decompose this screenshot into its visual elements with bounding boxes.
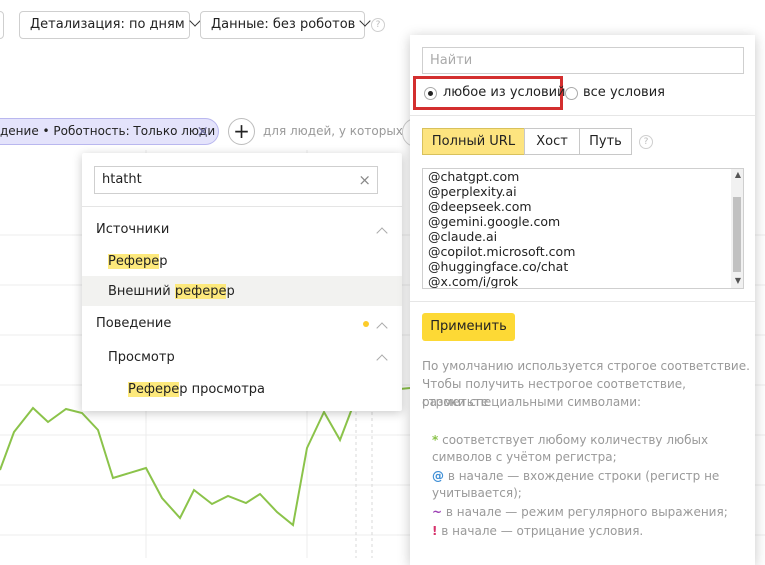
rule-star-text: соответствует любому количеству любых <box>438 433 709 447</box>
find-input[interactable]: Найти <box>422 47 744 74</box>
rule-at: @ в начале — вхождение строки (регистр н… <box>432 468 750 485</box>
rule-tilde-text: в начале — режим регулярного выражения; <box>442 505 728 519</box>
radio-match-any-label[interactable]: любое из условий <box>443 85 566 100</box>
add-condition-button[interactable]: + <box>228 118 255 145</box>
data-dropdown-label: Данные: без роботов <box>211 17 356 32</box>
rule-at-text: в начале — вхождение строки (регистр не <box>444 469 720 483</box>
mode-full-url-button[interactable]: Полный URL <box>422 128 525 155</box>
rule-star: * соответствует любому количеству любых <box>432 432 750 449</box>
partial-left-button[interactable] <box>0 11 4 39</box>
match-highlight: рефере <box>174 284 227 299</box>
group-header-sources[interactable]: Источники <box>96 222 169 237</box>
segment-chip-text: дение • Роботность: Только люди <box>0 124 216 138</box>
help-icon[interactable]: ? <box>639 135 653 149</box>
attribute-dropdown: htatht × Источники Реферер Внешний рефер… <box>82 153 402 411</box>
rule-at-cont: учитывается); <box>432 486 522 500</box>
chevron-up-icon[interactable] <box>376 227 388 239</box>
option-view-referrer[interactable]: Реферер просмотра <box>128 382 265 397</box>
scroll-up-icon[interactable]: ▲ <box>735 170 741 179</box>
subgroup-header-view[interactable]: Просмотр <box>108 350 175 365</box>
detail-dropdown[interactable]: Детализация: по дням <box>19 11 201 39</box>
segment-chip[interactable]: дение • Роботность: Только люди × <box>0 118 219 145</box>
help-note-line: строки специальными символами: <box>422 395 642 409</box>
url-list-textarea[interactable]: @chatgpt.com @perplexity.ai @deepseek.co… <box>422 168 744 289</box>
chevron-up-icon[interactable] <box>376 354 388 366</box>
option-text-rest: р <box>226 284 235 299</box>
url-line: @x.com/i/grok <box>428 274 519 289</box>
scrollbar[interactable]: ▲ ▼ <box>731 169 743 288</box>
url-line: @copilot.microsoft.com <box>428 244 576 259</box>
option-text-prefix: Внешний <box>108 284 175 299</box>
radio-match-all[interactable] <box>565 87 578 100</box>
radio-match-all-label[interactable]: все условия <box>583 85 665 100</box>
scrollbar-thumb[interactable] <box>733 197 741 272</box>
mode-host-button[interactable]: Хост <box>524 128 580 155</box>
option-text-rest: р <box>159 254 168 269</box>
data-dropdown[interactable]: Данные: без роботов <box>200 11 371 39</box>
option-text-rest: р просмотра <box>179 382 265 397</box>
attribute-search-input[interactable]: htatht × <box>94 166 378 194</box>
rule-at-symbol: @ <box>432 469 444 483</box>
option-referrer[interactable]: Реферер <box>108 254 167 269</box>
url-line: @chatgpt.com <box>428 169 520 184</box>
rule-excl-text: в начале — отрицание условия. <box>437 524 644 538</box>
rule-tilde: ~ в начале — режим регулярного выражения… <box>432 504 750 521</box>
url-condition-panel: Найти любое из условий все условия Полны… <box>410 35 755 565</box>
group-header-behavior[interactable]: Поведение <box>96 316 171 331</box>
radio-match-any[interactable] <box>424 87 437 100</box>
detail-dropdown-label: Детализация: по дням <box>30 17 185 32</box>
apply-button[interactable]: Применить <box>422 313 515 341</box>
divider <box>82 206 402 207</box>
chevron-up-icon[interactable] <box>376 322 388 334</box>
chevron-down-icon <box>189 15 201 27</box>
url-line: @gemini.google.com <box>428 214 561 229</box>
url-line: @perplexity.ai <box>428 184 517 199</box>
scroll-down-icon[interactable]: ▼ <box>735 276 741 285</box>
rule-excl: ! в начале — отрицание условия. <box>432 523 750 540</box>
selected-indicator-dot <box>363 321 369 327</box>
match-highlight: Рефере <box>128 382 180 397</box>
url-line: @claude.ai <box>428 229 498 244</box>
match-highlight: Рефере <box>108 254 160 269</box>
close-icon[interactable]: × <box>196 119 209 144</box>
url-line: @deepseek.com <box>428 199 532 214</box>
help-icon[interactable]: ? <box>371 18 385 32</box>
help-note-line: По умолчанию используется строгое соотве… <box>422 359 750 373</box>
option-external-referrer[interactable]: Внешний реферер <box>108 284 235 299</box>
divider <box>410 115 755 116</box>
people-condition-label: для людей, у которых <box>263 124 403 138</box>
rule-tilde-symbol: ~ <box>432 505 443 519</box>
url-line: @huggingface.co/chat <box>428 259 569 274</box>
rule-star-cont: символов с учётом регистра; <box>432 450 617 464</box>
attribute-search-value: htatht <box>102 172 142 187</box>
divider <box>410 301 755 302</box>
mode-path-button[interactable]: Путь <box>579 128 632 155</box>
clear-icon[interactable]: × <box>358 167 371 193</box>
